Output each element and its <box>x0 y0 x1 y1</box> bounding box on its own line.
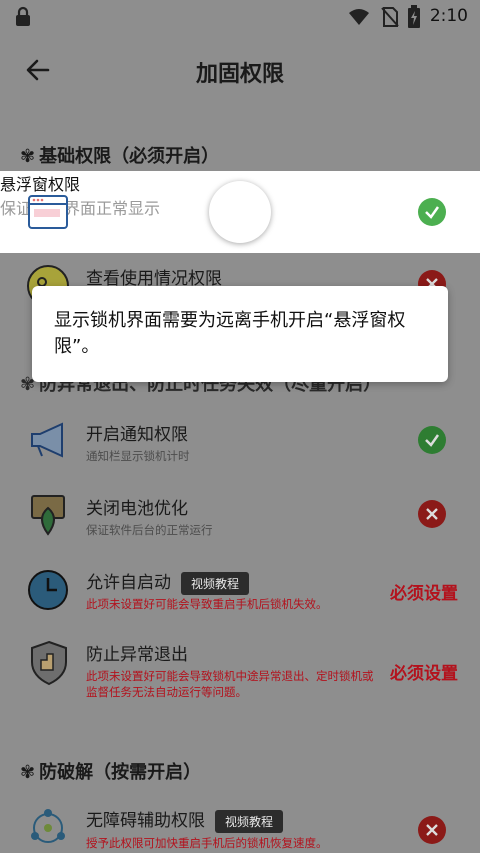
must-set-label: 必须设置 <box>390 664 458 684</box>
row-prevent-exit[interactable]: 防止异常退出 此项未设置好可能会导致锁机中途异常退出、定时锁机或监督任务无法自动… <box>0 636 480 700</box>
toast-message: 显示锁机界面需要为远离手机开启“悬浮窗权限”。 <box>32 286 448 382</box>
window-icon <box>28 195 68 229</box>
section-basic: ✾ 基础权限（必须开启） <box>20 146 220 167</box>
row-label: 允许自启动 视频教程 <box>86 568 250 595</box>
row-warning: 此项未设置好可能会导致重启手机后锁机失效。 <box>86 597 328 611</box>
row-accessibility[interactable]: 无障碍辅助权限 视频教程 授予此权限可加快重启手机后的锁机恢复速度。 <box>0 802 480 853</box>
battery-icon <box>408 5 420 28</box>
check-icon <box>418 198 446 226</box>
battery-leaf-icon <box>31 495 65 536</box>
row-label: 防止异常退出 <box>86 645 188 665</box>
page-title: 加固权限 <box>195 62 284 87</box>
row-sub: 保证软件后台的正常运行 <box>86 523 213 537</box>
row-label: 开启通知权限 <box>86 425 188 445</box>
clock-icon <box>28 570 68 610</box>
lock-icon <box>16 6 30 26</box>
row-warning: 授予此权限可加快重启手机后的锁机恢复速度。 <box>86 836 328 850</box>
clover-icon: ✾ <box>20 146 36 167</box>
row-battery-optimization[interactable]: 关闭电池优化 保证软件后台的正常运行 <box>0 490 480 540</box>
cross-icon <box>418 500 446 528</box>
section-unlock: ✾ 防破解（按需开启） <box>20 762 202 783</box>
touch-indicator <box>209 181 271 243</box>
clock: 2:10 <box>429 6 468 26</box>
row-label: 关闭电池优化 <box>86 499 188 519</box>
cross-icon <box>418 816 446 844</box>
row-label: 无障碍辅助权限 视频教程 <box>86 806 284 833</box>
accessibility-icon <box>31 809 65 843</box>
must-set-label: 必须设置 <box>390 584 458 604</box>
shield-hand-icon <box>31 640 67 686</box>
row-sub: 通知栏显示锁机计时 <box>86 449 190 463</box>
toast-text: 显示锁机界面需要为远离手机开启“悬浮窗权限”。 <box>54 310 406 357</box>
video-tutorial-button[interactable]: 视频教程 <box>215 809 284 833</box>
row-notification-permission[interactable]: 开启通知权限 通知栏显示锁机计时 <box>0 416 480 466</box>
no-sim-icon <box>381 7 399 27</box>
row-autostart[interactable]: 允许自启动 视频教程 此项未设置好可能会导致重启手机后锁机失效。 必须设置 <box>0 564 480 616</box>
row-warning: 此项未设置好可能会导致锁机中途异常退出、定时锁机或监督任务无法自动运行等问题。 <box>86 669 374 699</box>
check-icon <box>418 426 446 454</box>
wifi-icon <box>349 9 369 25</box>
status-bar: 2:10 <box>0 0 480 34</box>
megaphone-icon <box>31 422 63 458</box>
clover-icon: ✾ <box>20 762 36 783</box>
video-tutorial-button[interactable]: 视频教程 <box>181 571 250 595</box>
